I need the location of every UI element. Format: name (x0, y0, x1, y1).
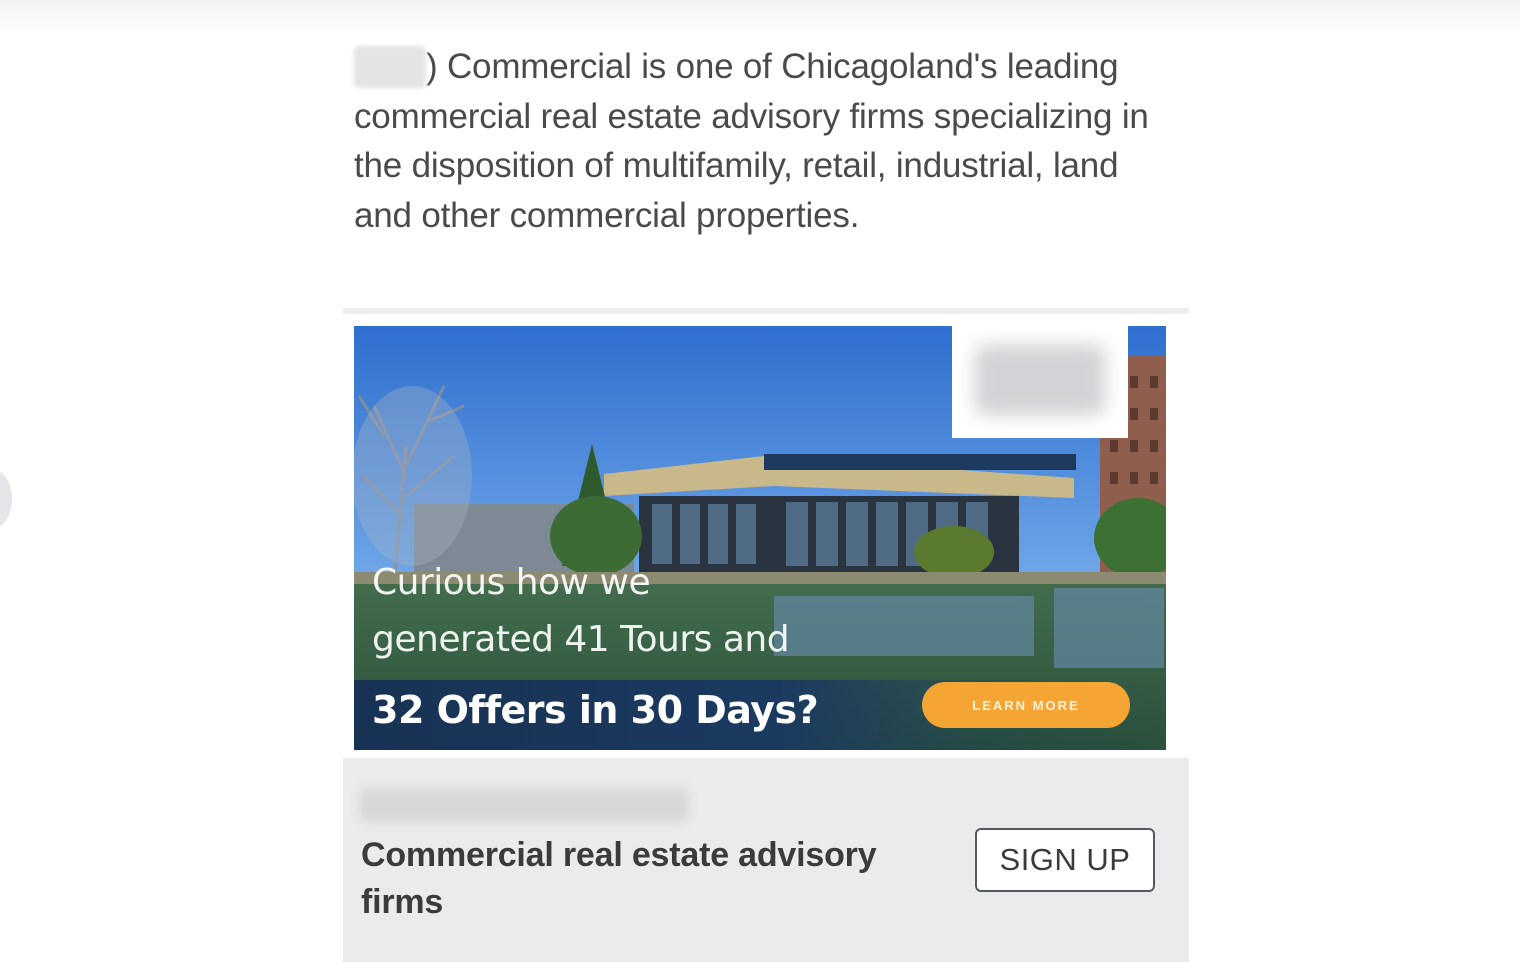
ad-footer-title-line-1: Commercial real estate advisory (361, 836, 877, 874)
sponsored-post: ) Commercial is one of Chicagoland's lea… (343, 28, 1189, 962)
scroll-arrow-left[interactable] (0, 470, 12, 528)
blurred-logo (974, 344, 1106, 416)
top-bar (0, 0, 1520, 28)
post-text: ) Commercial is one of Chicagoland's lea… (354, 42, 1154, 240)
ad-headline: Curious how we generated 41 Tours and (372, 554, 790, 668)
advertiser-logo (952, 326, 1128, 438)
divider (343, 308, 1189, 314)
ad-footer[interactable]: Commercial real estate advisory firms SIG… (343, 758, 1189, 962)
ad-headline-line-3: 32 Offers in 30 Days? (372, 688, 819, 732)
blurred-domain (359, 788, 689, 822)
ad-image[interactable]: Curious how we generated 41 Tours and 32 … (354, 326, 1166, 750)
ad-footer-title-line-2: firms (361, 883, 444, 921)
ad-headline-line-1: Curious how we (372, 562, 651, 603)
ad-headline-line-2: generated 41 Tours and (372, 619, 790, 660)
ad-footer-title: Commercial real estate advisory firms (361, 832, 941, 926)
sign-up-button[interactable]: SIGN UP (975, 828, 1155, 892)
post-body-text: ) Commercial is one of Chicagoland's lea… (354, 47, 1149, 235)
learn-more-button[interactable]: LEARN MORE (922, 682, 1130, 728)
blurred-company-name (354, 46, 426, 88)
